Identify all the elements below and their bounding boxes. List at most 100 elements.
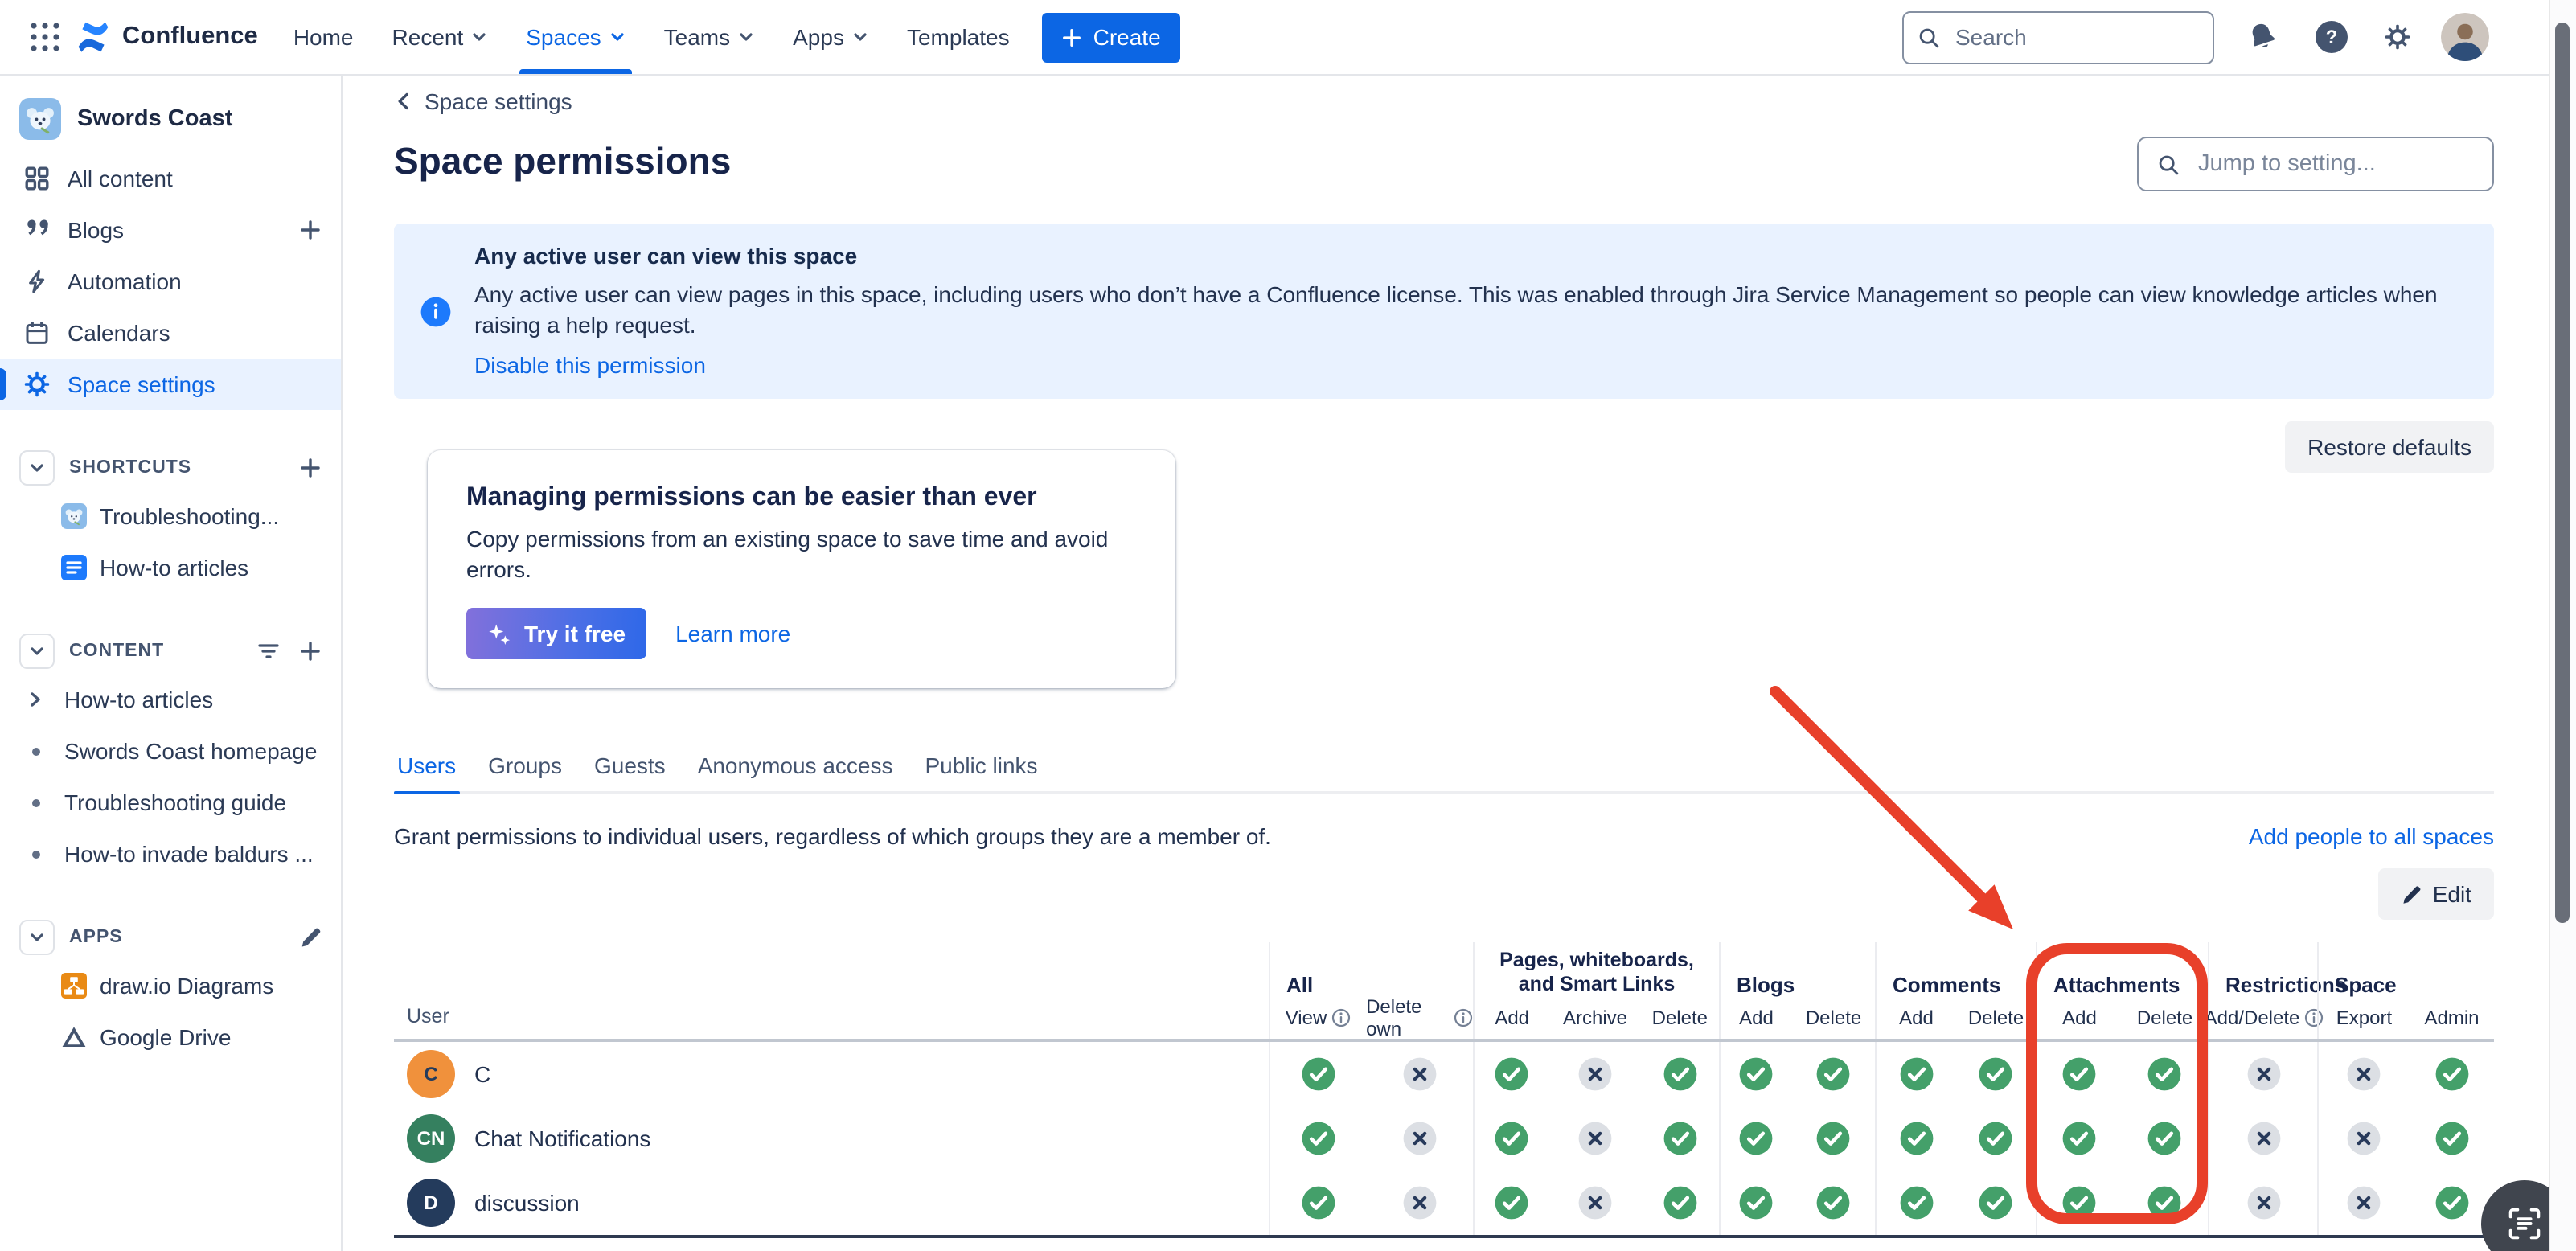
nav-item-templates[interactable]: Templates <box>888 0 1029 74</box>
permission-granted-icon <box>1301 1121 1336 1156</box>
tab-public-links[interactable]: Public links <box>922 753 1041 791</box>
sidebar-item-label: draw.io Diagrams <box>100 973 273 999</box>
permission-granted-icon <box>2062 1121 2098 1156</box>
jump-to-setting-input[interactable] <box>2195 150 2475 178</box>
jump-to-setting-search[interactable] <box>2137 137 2494 191</box>
collapse-section-icon[interactable] <box>19 920 55 955</box>
nav-item-label: Recent <box>392 24 464 50</box>
nav-item-spaces[interactable]: Spaces <box>507 0 644 74</box>
sidebar-item-all-content[interactable]: All content <box>0 153 341 204</box>
sidebar-shortcuts-how-to-articles[interactable]: How-to articles <box>0 542 341 593</box>
app-switcher-icon[interactable] <box>23 14 68 59</box>
section-header: CONTENT <box>0 629 341 674</box>
filter-icon[interactable] <box>257 640 280 662</box>
permission-granted-icon <box>2147 1056 2183 1092</box>
learn-more-link[interactable]: Learn more <box>675 621 790 646</box>
nav-item-teams[interactable]: Teams <box>645 0 773 74</box>
collapse-section-icon[interactable] <box>19 450 55 486</box>
column-header-delete: Delete <box>2122 1007 2208 1029</box>
sidebar-page-how-to-invade-baldurs[interactable]: How-to invade baldurs ... <box>0 828 341 880</box>
edit-button[interactable]: Edit <box>2378 868 2494 920</box>
permission-denied-icon <box>1402 1121 1438 1156</box>
page-header: Space permissions <box>394 137 2494 191</box>
gear-icon <box>23 371 51 397</box>
row-group-space <box>2317 1106 2494 1171</box>
grant-description-row: Grant permissions to individual users, r… <box>394 823 2494 849</box>
add-icon[interactable] <box>299 457 322 479</box>
search-input[interactable] <box>1952 23 2200 51</box>
try-it-free-label: Try it free <box>524 621 626 646</box>
confluence-logo[interactable]: Confluence <box>74 18 258 56</box>
create-button[interactable]: Create <box>1042 12 1180 62</box>
sidebar-item-blogs[interactable]: Blogs <box>0 204 341 256</box>
tab-anonymous-access[interactable]: Anonymous access <box>695 753 896 791</box>
user-name: discussion <box>474 1190 580 1216</box>
table-body: C C <box>394 1042 2494 1238</box>
permission-denied-icon <box>2346 1185 2381 1220</box>
info-icon[interactable] <box>1331 1008 1351 1027</box>
permission-granted-icon <box>1662 1056 1697 1092</box>
nav-item-recent[interactable]: Recent <box>373 0 507 74</box>
row-group-all <box>1269 1171 1473 1235</box>
disable-permission-link[interactable]: Disable this permission <box>474 352 706 378</box>
tab-guests[interactable]: Guests <box>591 753 669 791</box>
topbar-actions: ? <box>2240 13 2557 61</box>
edit-shortcuts-icon[interactable] <box>299 926 322 949</box>
sidebar-sections: SHORTCUTS Troubleshooting... How-to arti… <box>0 445 341 1063</box>
global-search[interactable] <box>1902 10 2214 64</box>
sidebar-page-troubleshooting-guide[interactable]: Troubleshooting guide <box>0 777 341 828</box>
tab-users[interactable]: Users <box>394 753 459 791</box>
notifications-bell-icon[interactable] <box>2240 14 2285 59</box>
restore-defaults-button[interactable]: Restore defaults <box>2285 421 2494 473</box>
sidebar-item-automation[interactable]: Automation <box>0 256 341 307</box>
chevron-down-icon <box>852 29 868 45</box>
sidebar-item-calendars[interactable]: Calendars <box>0 307 341 359</box>
info-icon[interactable] <box>1454 1008 1473 1027</box>
row-group-restrictions <box>2208 1106 2317 1171</box>
add-icon[interactable] <box>296 219 325 241</box>
help-icon[interactable]: ? <box>2309 14 2354 59</box>
permission-denied-icon <box>1577 1185 1613 1220</box>
doc-icon <box>61 555 87 580</box>
permission-granted-icon <box>1979 1185 2014 1220</box>
breadcrumb[interactable]: Space settings <box>394 85 572 117</box>
promo-actions: Try it free Learn more <box>466 608 1137 659</box>
nav-item-home[interactable]: Home <box>274 0 373 74</box>
tab-groups[interactable]: Groups <box>485 753 565 791</box>
permission-granted-icon <box>1899 1185 1934 1220</box>
nav-item-apps[interactable]: Apps <box>773 0 888 74</box>
column-header-add-delete: Add/Delete <box>2209 1007 2319 1029</box>
column-header-delete-own: Delete own <box>1366 995 1473 1040</box>
space-header[interactable]: Swords Coast <box>0 95 341 143</box>
section-header: APPS <box>0 915 341 960</box>
settings-gear-icon[interactable] <box>2378 18 2417 56</box>
try-it-free-button[interactable]: Try it free <box>466 608 646 659</box>
permission-granted-icon <box>1816 1056 1852 1092</box>
row-group-space <box>2317 1171 2494 1235</box>
collapse-section-icon[interactable] <box>19 634 55 669</box>
sidebar-item-label: Space settings <box>68 371 215 397</box>
add-icon[interactable] <box>299 640 322 662</box>
column-header-add: Add <box>1877 1007 1956 1029</box>
section-label: APPS <box>69 928 123 947</box>
space-avatar-koala-icon <box>19 98 61 140</box>
column-header-export: Export <box>2319 1007 2410 1029</box>
sidebar-page-swords-coast-homepage[interactable]: Swords Coast homepage <box>0 725 341 777</box>
add-people-to-all-spaces-link[interactable]: Add people to all spaces <box>2249 823 2494 849</box>
sidebar-item-label: Blogs <box>68 217 124 243</box>
sidebar-apps-draw-io-diagrams[interactable]: draw.io Diagrams <box>0 960 341 1011</box>
space-name: Swords Coast <box>77 106 232 132</box>
row-group-restrictions <box>2208 1042 2317 1106</box>
scrollbar-thumb[interactable] <box>2555 23 2570 923</box>
permission-granted-icon <box>1662 1121 1697 1156</box>
bullet-icon <box>26 747 45 755</box>
section-actions <box>257 640 322 662</box>
sidebar-apps-google-drive[interactable]: Google Drive <box>0 1011 341 1063</box>
page-title: Space permissions <box>394 137 731 185</box>
sidebar-item-space-settings[interactable]: Space settings <box>0 359 341 410</box>
confluence-app-window: Confluence Home Recent Spaces Teams Apps… <box>0 0 2576 1251</box>
user-avatar[interactable] <box>2441 13 2489 61</box>
table-row: D discussion <box>394 1171 2494 1235</box>
sidebar-shortcuts-troubleshooting[interactable]: Troubleshooting... <box>0 490 341 542</box>
sidebar-page-how-to-articles[interactable]: How-to articles <box>0 674 341 725</box>
